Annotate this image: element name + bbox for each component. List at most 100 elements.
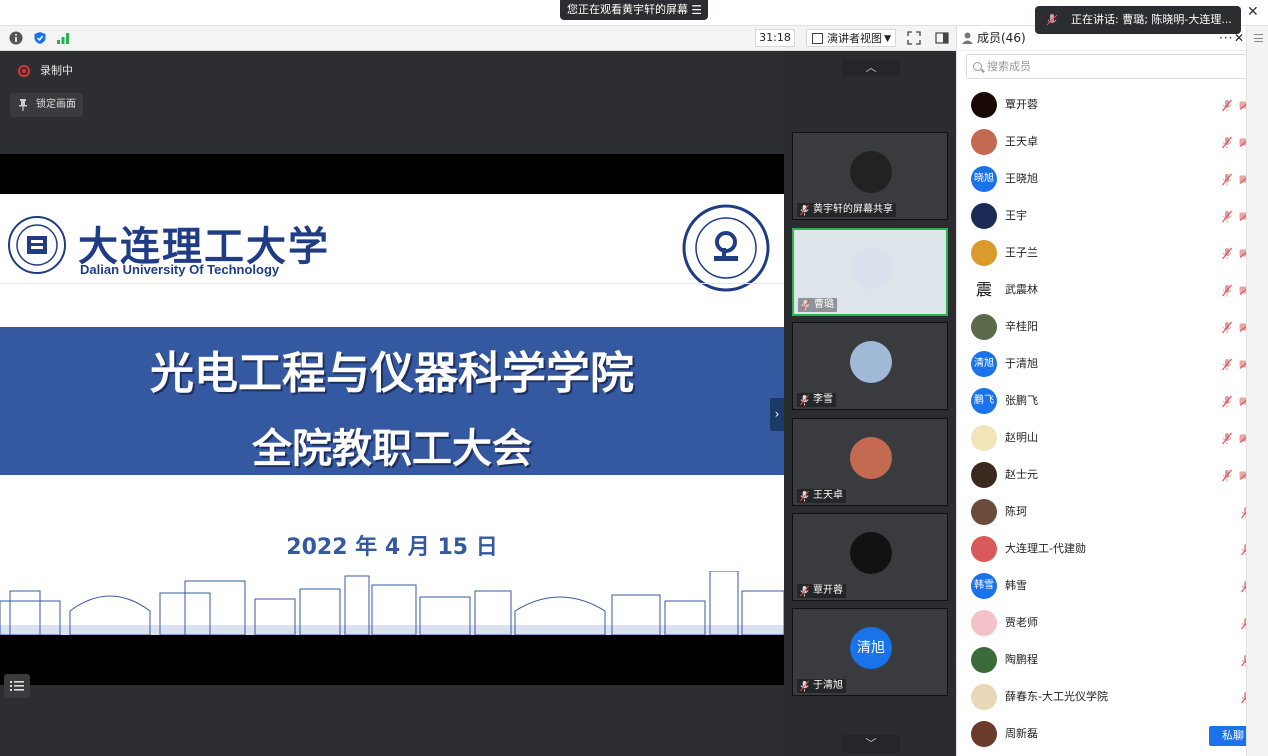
member-row[interactable]: 大连理工-代建勋	[957, 530, 1251, 567]
member-avatar: 清旭	[971, 351, 997, 377]
member-row[interactable]: 清旭 于清旭	[957, 345, 1253, 382]
member-row[interactable]: 赵明山	[957, 419, 1253, 456]
member-row[interactable]: 赵士元	[957, 456, 1253, 493]
menu-icon[interactable]	[1254, 34, 1263, 42]
participant-video-tile[interactable]: 李雪	[792, 322, 948, 410]
participant-video-tile[interactable]: 王天卓	[792, 418, 948, 506]
participant-avatar	[851, 248, 893, 290]
participant-name: 李雪	[813, 394, 833, 405]
microphone-muted-icon[interactable]	[799, 490, 810, 502]
member-avatar	[971, 203, 997, 229]
microphone-muted-icon[interactable]	[1221, 469, 1233, 482]
fullscreen-icon[interactable]	[907, 31, 921, 45]
participant-video-tile[interactable]: 覃开蓉	[792, 513, 948, 601]
microphone-muted-icon[interactable]	[1221, 99, 1233, 112]
microphone-muted-icon[interactable]	[799, 394, 810, 406]
participant-avatar	[850, 151, 892, 193]
microphone-muted-icon[interactable]	[1221, 247, 1233, 260]
member-row[interactable]: 薛春东-大工光仪学院	[957, 678, 1251, 715]
member-avatar: 晓旭	[971, 166, 997, 192]
member-avatar	[971, 536, 997, 562]
member-name: 王天卓	[1005, 135, 1038, 148]
lock-screen-label: 锁定画面	[36, 99, 76, 110]
slide-heading-1: 光电工程与仪器科学学院	[150, 348, 634, 399]
member-row[interactable]: 覃开蓉	[957, 86, 1253, 123]
microphone-muted-icon[interactable]	[1221, 432, 1233, 445]
member-avatar: 韩雪	[971, 573, 997, 599]
participant-avatar	[850, 437, 892, 479]
microphone-muted-icon[interactable]	[1221, 395, 1233, 408]
lock-screen-button[interactable]: 锁定画面	[10, 93, 83, 117]
chevron-right-icon[interactable]: ›	[770, 398, 784, 431]
participant-name-label: 黄宇轩的屏幕共享	[797, 203, 896, 217]
record-icon	[18, 65, 30, 77]
participant-video-tile[interactable]: 清旭 于清旭	[792, 608, 948, 696]
member-row[interactable]: 王子兰	[957, 234, 1253, 271]
member-avatar	[971, 647, 997, 673]
member-row[interactable]: 晓旭 王晓旭	[957, 160, 1253, 197]
chevron-down-icon[interactable]: ﹀	[842, 735, 900, 753]
microphone-muted-icon[interactable]	[799, 204, 810, 216]
member-avatar	[971, 499, 997, 525]
member-row[interactable]: 王天卓	[957, 123, 1253, 160]
chevron-up-icon[interactable]: ︿	[842, 59, 900, 77]
member-avatar: 震	[971, 277, 997, 303]
member-row[interactable]: 陈珂	[957, 493, 1251, 530]
member-name: 薛春东-大工光仪学院	[1005, 690, 1108, 703]
member-row[interactable]: 贾老师	[957, 604, 1251, 641]
microphone-muted-icon[interactable]	[799, 585, 810, 597]
watching-screen-banner[interactable]: 您正在观看黄宇轩的屏幕 ☰	[560, 0, 708, 20]
search-icon	[973, 62, 982, 71]
participant-video-tile[interactable]: 曹璐	[792, 228, 948, 316]
university-emblem-icon	[8, 216, 66, 274]
participant-name-label: 曹璐	[798, 298, 837, 312]
member-row[interactable]: 鹏飞 张鹏飞	[957, 382, 1253, 419]
member-name: 赵士元	[1005, 468, 1038, 481]
member-avatar	[971, 721, 997, 747]
view-mode-dropdown[interactable]: 演讲者视图 ▼	[806, 29, 896, 47]
participant-name-label: 李雪	[797, 393, 836, 407]
member-name: 王子兰	[1005, 246, 1038, 259]
microphone-muted-icon[interactable]	[1221, 358, 1233, 371]
participant-name: 王天卓	[813, 490, 843, 501]
shield-icon[interactable]	[33, 31, 47, 45]
info-icon[interactable]	[9, 31, 23, 45]
participant-avatar	[850, 532, 892, 574]
member-avatar	[971, 92, 997, 118]
campus-skyline-graphic	[0, 571, 784, 635]
microphone-muted-icon[interactable]	[800, 299, 811, 311]
members-count-label: 成员(46)	[977, 31, 1026, 45]
participant-name-label: 覃开蓉	[797, 584, 846, 598]
participant-video-tile[interactable]: 黄宇轩的屏幕共享	[792, 132, 948, 220]
member-search-input[interactable]: 搜索成员	[966, 54, 1258, 79]
microphone-muted-icon[interactable]	[1221, 321, 1233, 334]
member-row[interactable]: 震武震林	[957, 271, 1253, 308]
member-name: 陶鹏程	[1005, 653, 1038, 666]
signal-strength-icon[interactable]	[56, 31, 70, 45]
recording-label: 录制中	[40, 64, 73, 77]
member-avatar: 鹏飞	[971, 388, 997, 414]
member-row[interactable]: 王宇	[957, 197, 1253, 234]
microphone-muted-icon[interactable]	[1221, 173, 1233, 186]
microphone-muted-icon[interactable]	[799, 680, 810, 692]
participant-name: 覃开蓉	[813, 585, 843, 596]
participant-avatar: 清旭	[850, 627, 892, 669]
list-menu-button[interactable]	[4, 674, 30, 698]
close-window-icon[interactable]: ✕	[1247, 4, 1259, 20]
member-row[interactable]: 周新磊	[957, 715, 1246, 752]
member-row[interactable]: 辛桂阳	[957, 308, 1253, 345]
microphone-muted-icon[interactable]	[1221, 136, 1233, 149]
sidebar-toggle-icon[interactable]	[935, 31, 949, 45]
member-name: 王宇	[1005, 209, 1027, 222]
microphone-muted-icon[interactable]	[1221, 284, 1233, 297]
member-row[interactable]: 韩雪 韩雪	[957, 567, 1251, 604]
participant-avatar	[850, 341, 892, 383]
menu-icon[interactable]: ☰	[691, 0, 702, 20]
member-row[interactable]: 陶鹏程	[957, 641, 1251, 678]
member-name: 贾老师	[1005, 616, 1038, 629]
member-name: 大连理工-代建勋	[1005, 542, 1086, 555]
microphone-muted-icon[interactable]	[1221, 210, 1233, 223]
member-name: 覃开蓉	[1005, 98, 1038, 111]
member-search-placeholder: 搜索成员	[987, 60, 1031, 73]
member-name: 辛桂阳	[1005, 320, 1038, 333]
